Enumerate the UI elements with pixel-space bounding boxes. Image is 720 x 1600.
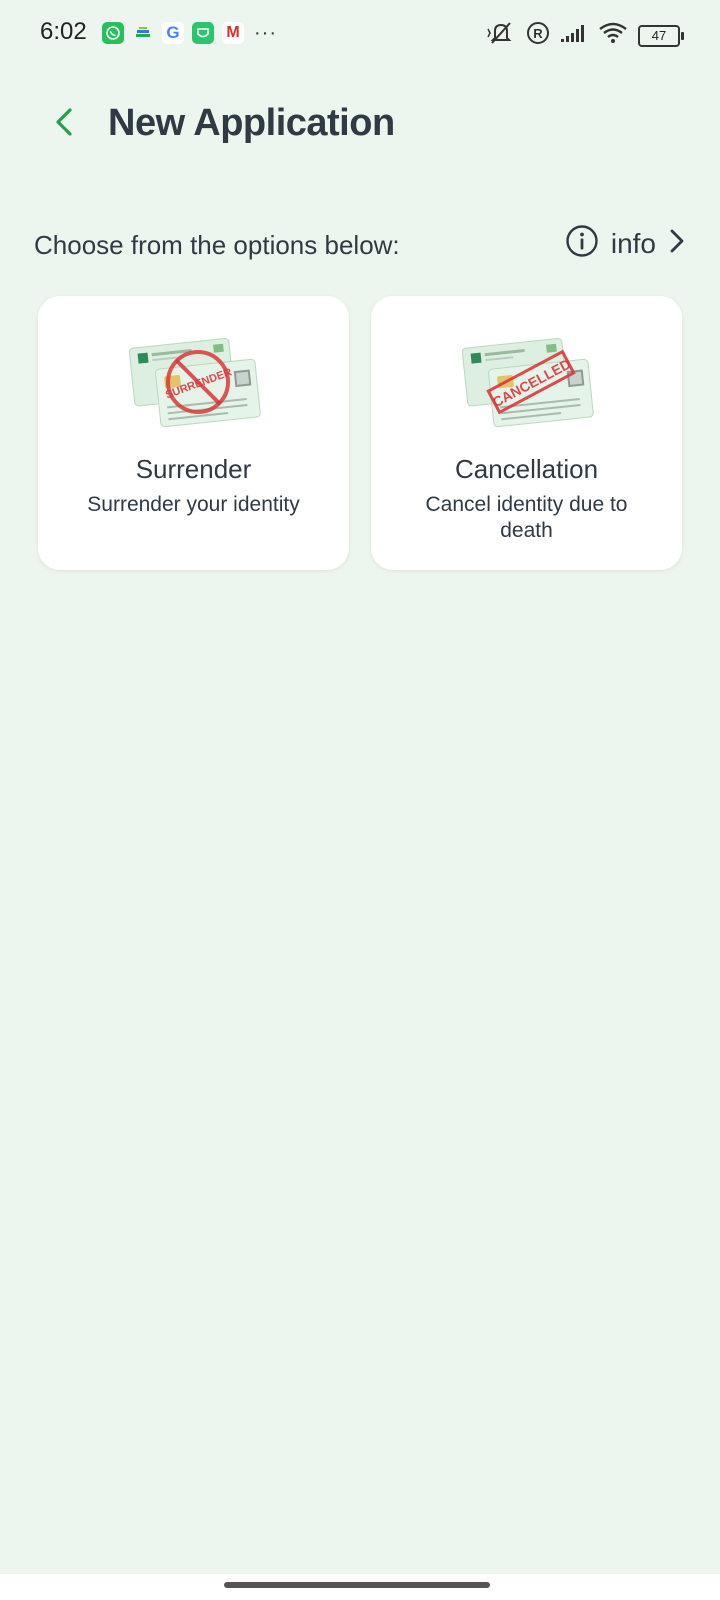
whatsapp-icon bbox=[102, 22, 124, 44]
home-indicator[interactable] bbox=[224, 1582, 490, 1588]
cancellation-card-title: Cancellation bbox=[454, 454, 599, 484]
back-button[interactable] bbox=[42, 102, 86, 146]
battery-icon: 47 bbox=[638, 24, 684, 47]
surrender-card-illustration: SURRENDER bbox=[118, 324, 268, 434]
cancellation-card[interactable]: CANCELLED Cancellation Cancel identity d… bbox=[371, 296, 682, 570]
status-time: 6:02 bbox=[40, 18, 87, 45]
info-link[interactable]: info bbox=[565, 224, 686, 263]
signal-icon bbox=[560, 23, 588, 48]
notification-icons: G M ··· bbox=[102, 22, 277, 44]
info-icon bbox=[565, 224, 599, 263]
options-header: Choose from the options below: info bbox=[34, 222, 686, 268]
status-bar: 6:02 G M ··· R 47 bbox=[0, 0, 720, 70]
chevron-left-icon bbox=[53, 107, 75, 142]
page-title: New Application bbox=[108, 102, 395, 144]
info-label: info bbox=[610, 227, 656, 259]
app-header: New Application bbox=[0, 90, 720, 160]
surrender-card-description: Surrender your identity bbox=[87, 493, 300, 516]
mute-icon bbox=[486, 20, 516, 51]
google-icon: G bbox=[162, 22, 184, 44]
wifi-icon bbox=[598, 21, 628, 50]
gmail-icon: M bbox=[222, 22, 244, 44]
option-cards: SURRENDER Surrender Surrender your ident… bbox=[38, 296, 682, 570]
svg-text:R: R bbox=[533, 26, 543, 41]
cloud-icon bbox=[132, 22, 154, 44]
system-icons: R 47 bbox=[486, 20, 684, 51]
cancellation-card-description: Cancel identity due to death bbox=[425, 493, 628, 542]
registered-icon: R bbox=[526, 21, 550, 50]
more-notifications-icon: ··· bbox=[254, 22, 277, 44]
options-prompt: Choose from the options below: bbox=[34, 230, 400, 260]
surrender-card[interactable]: SURRENDER Surrender Surrender your ident… bbox=[38, 296, 349, 570]
chevron-right-icon bbox=[668, 227, 686, 260]
surrender-card-title: Surrender bbox=[135, 454, 252, 484]
shield-icon bbox=[192, 22, 214, 44]
cancellation-card-illustration: CANCELLED bbox=[451, 324, 601, 434]
